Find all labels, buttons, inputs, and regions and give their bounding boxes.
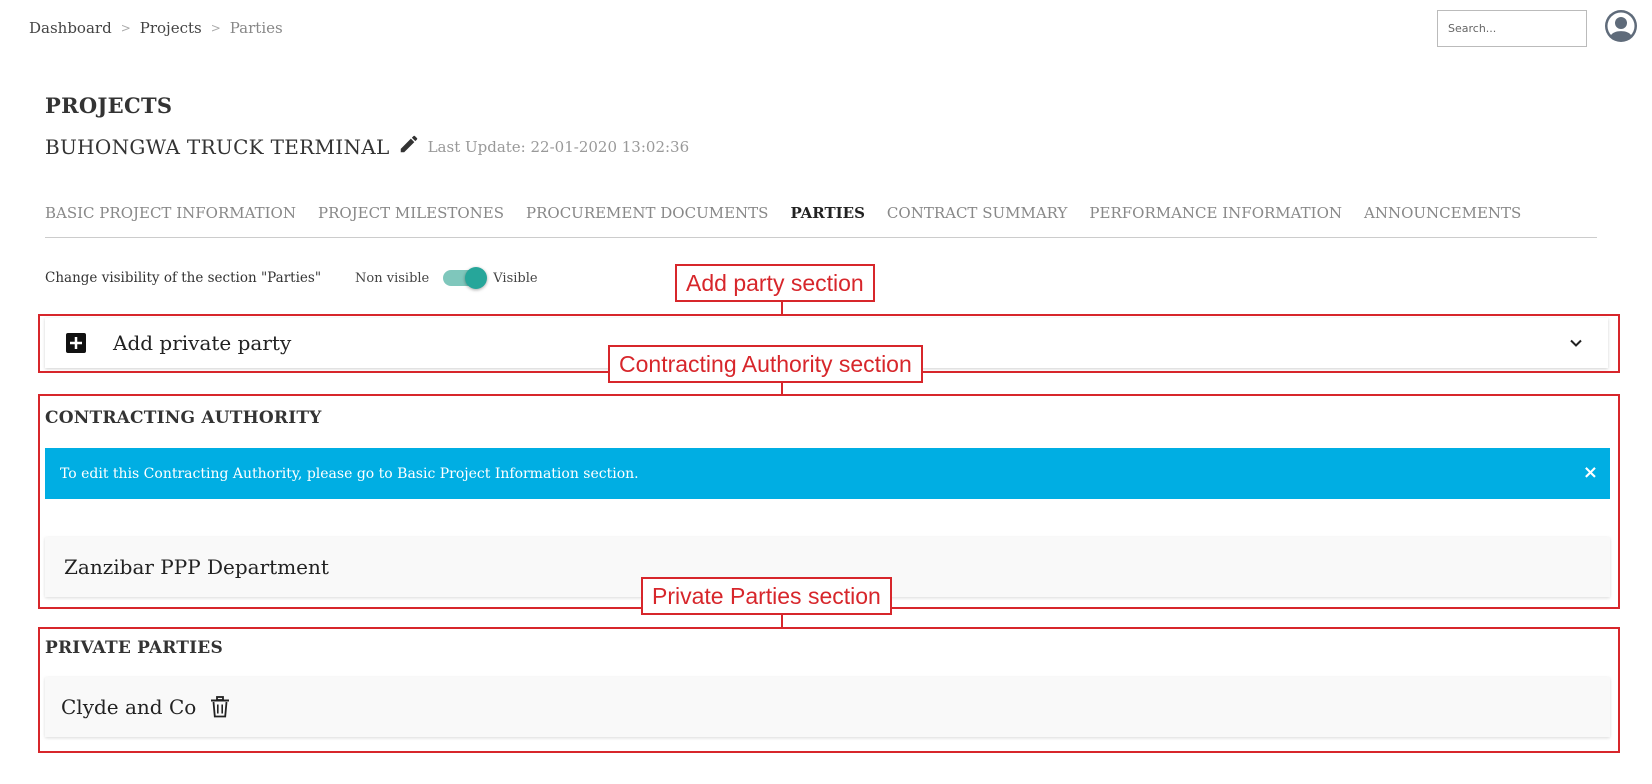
project-title: BUHONGWA TRUCK TERMINAL — [45, 135, 390, 159]
tab-bar: BASIC PROJECT INFORMATION PROJECT MILEST… — [45, 204, 1597, 222]
contracting-authority-annotation-label: Contracting Authority section — [608, 345, 923, 383]
breadcrumb-separator: > — [210, 21, 221, 35]
last-update: Last Update: 22-01-2020 13:02:36 — [427, 138, 690, 156]
breadcrumb: Dashboard > Projects > Parties — [29, 19, 283, 37]
breadcrumb-projects[interactable]: Projects — [140, 19, 202, 37]
tab-parties[interactable]: PARTIES — [790, 204, 864, 222]
private-parties-annotation-label: Private Parties section — [641, 577, 892, 615]
edit-icon[interactable] — [398, 133, 420, 155]
tab-procurement-documents[interactable]: PROCUREMENT DOCUMENTS — [526, 204, 768, 222]
visibility-off-label: Non visible — [355, 270, 430, 286]
tab-project-milestones[interactable]: PROJECT MILESTONES — [318, 204, 504, 222]
search-input[interactable] — [1437, 10, 1587, 47]
project-header: BUHONGWA TRUCK TERMINAL Last Update: 22-… — [45, 135, 689, 159]
tabs-divider — [45, 237, 1597, 238]
visibility-label: Change visibility of the section "Partie… — [45, 270, 322, 286]
toggle-thumb[interactable] — [465, 267, 488, 289]
tab-contract-summary[interactable]: CONTRACT SUMMARY — [887, 204, 1067, 222]
tab-announcements[interactable]: ANNOUNCEMENTS — [1364, 204, 1521, 222]
breadcrumb-dashboard[interactable]: Dashboard — [29, 19, 112, 37]
avatar-icon[interactable] — [1605, 10, 1637, 42]
visibility-row: Change visibility of the section "Partie… — [45, 267, 538, 289]
annotation-connector — [781, 300, 783, 315]
visibility-on-label: Visible — [493, 270, 538, 286]
tab-performance-information[interactable]: PERFORMANCE INFORMATION — [1089, 204, 1342, 222]
add-party-annotation-label: Add party section — [675, 264, 875, 302]
page-title: PROJECTS — [45, 93, 173, 118]
breadcrumb-parties: Parties — [229, 19, 283, 37]
visibility-toggle[interactable] — [443, 267, 488, 289]
annotation-connector — [781, 613, 783, 628]
breadcrumb-separator: > — [120, 21, 131, 35]
annotation-connector — [781, 382, 783, 395]
tab-basic-project-information[interactable]: BASIC PROJECT INFORMATION — [45, 204, 296, 222]
private-parties-annotation-box — [38, 627, 1620, 753]
